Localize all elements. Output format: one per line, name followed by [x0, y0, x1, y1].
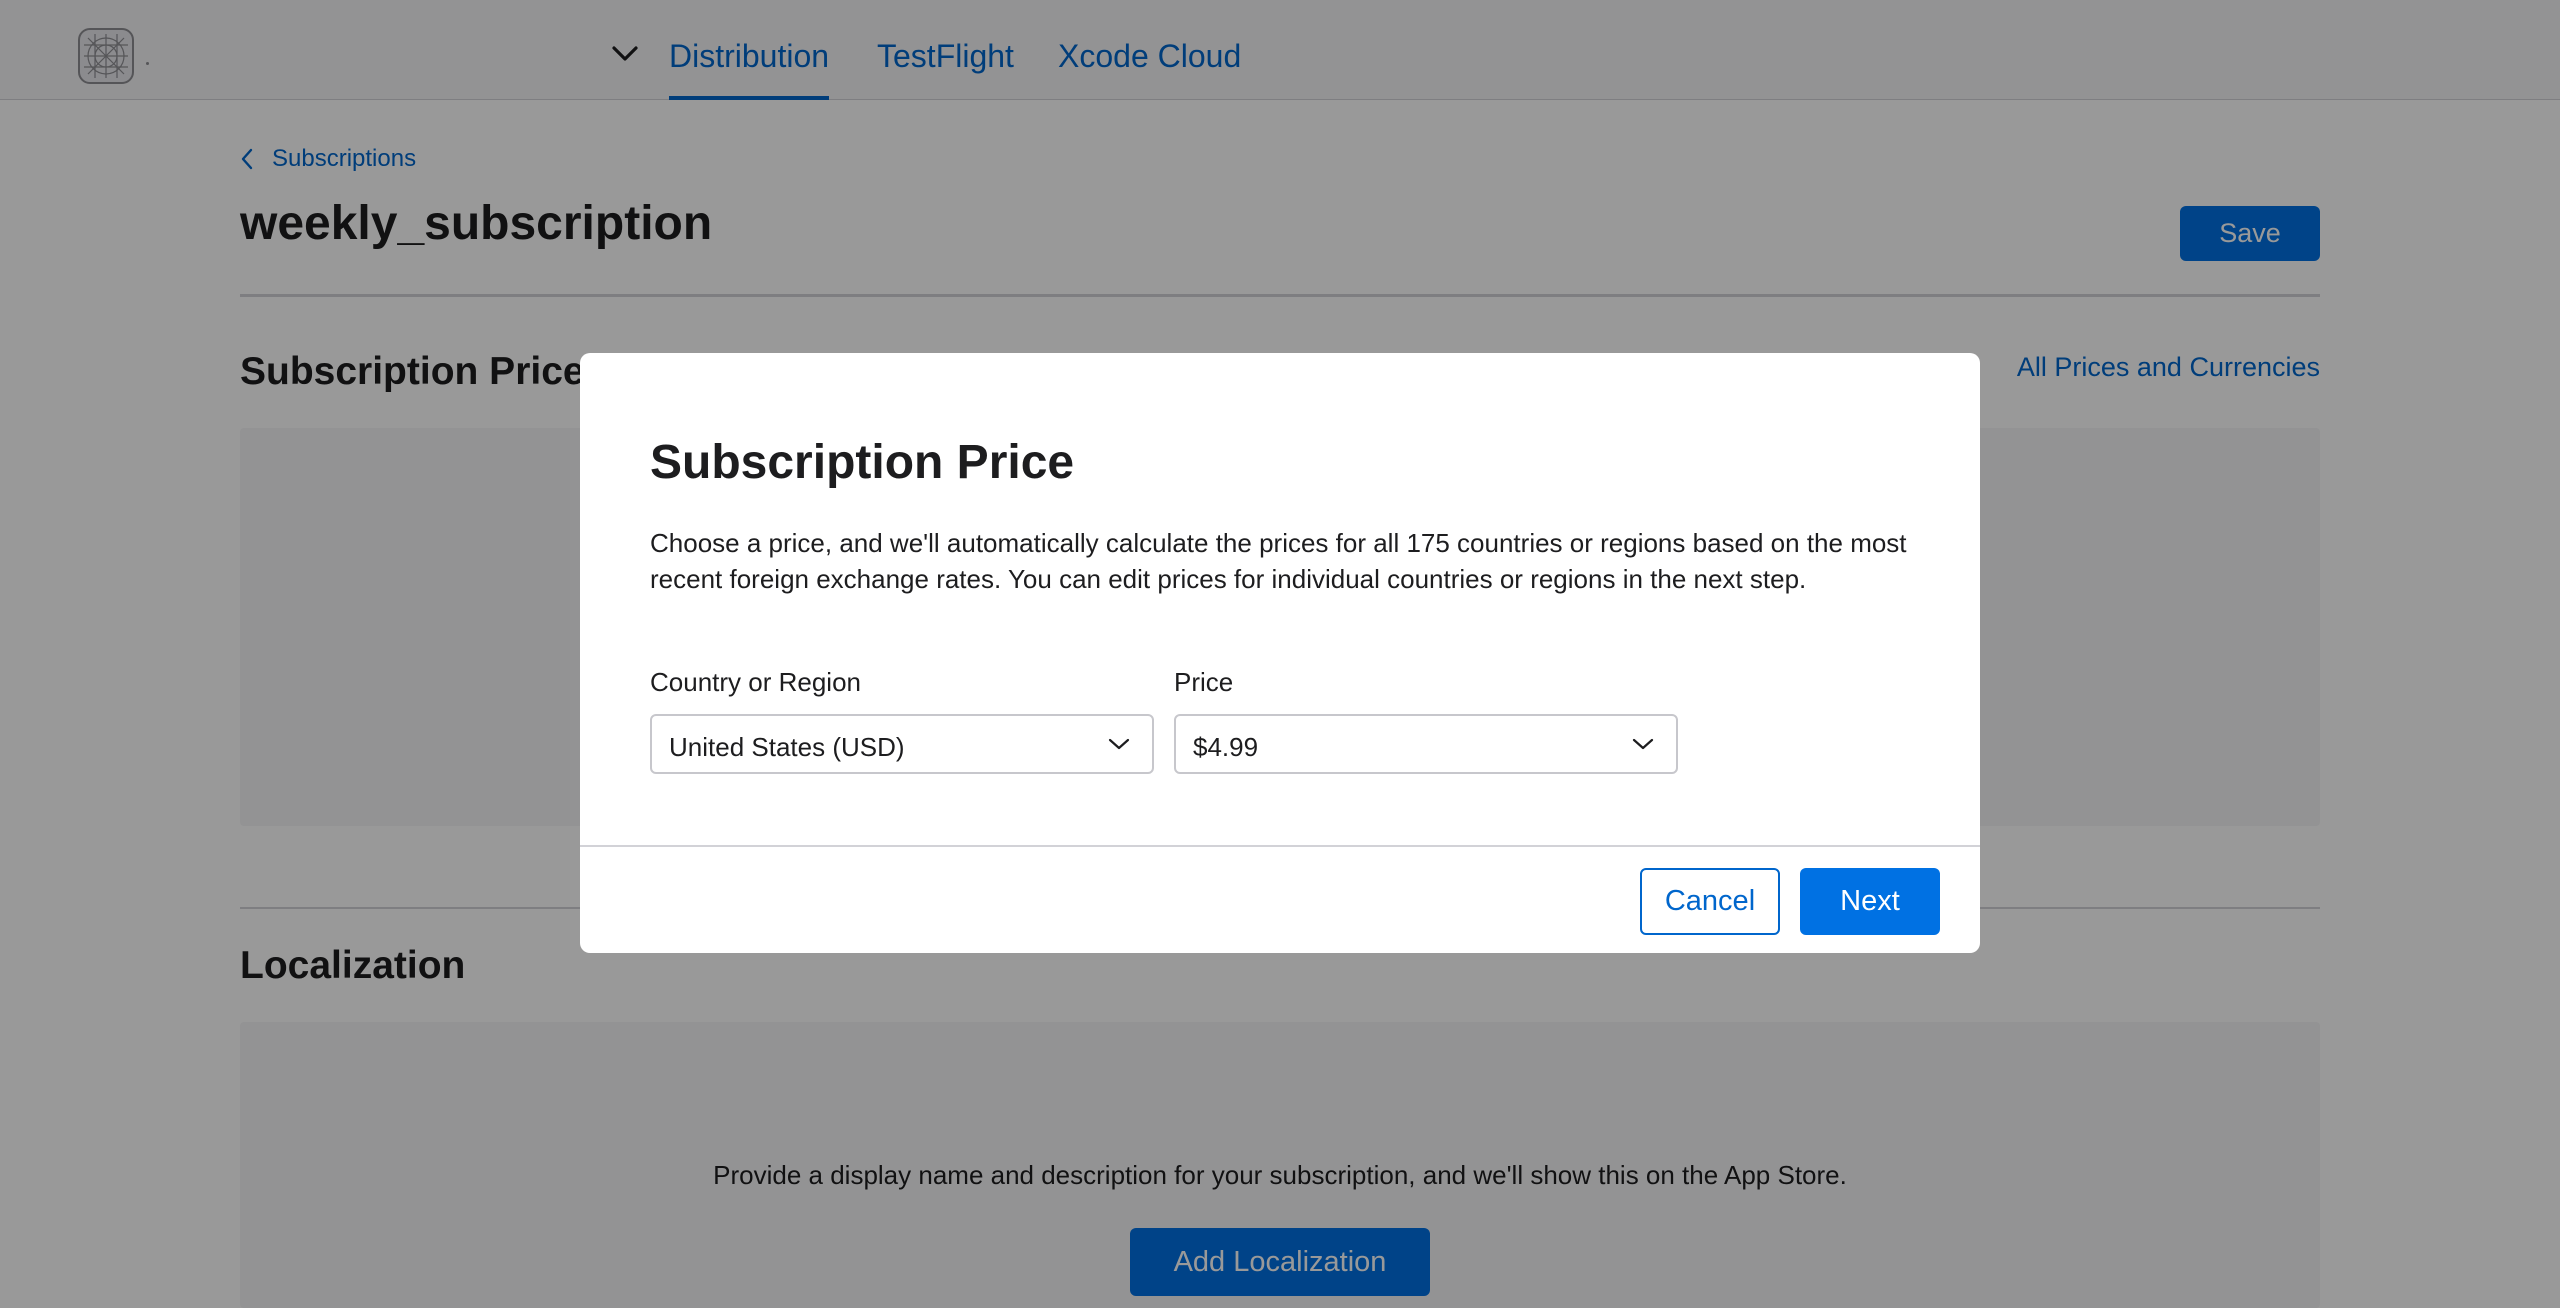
price-field-label: Price [1174, 667, 1234, 697]
chevron-down-icon [1632, 738, 1654, 750]
country-field-label: Country or Region [650, 667, 861, 697]
chevron-down-icon [1108, 738, 1130, 750]
price-select[interactable]: $4.99 [1174, 714, 1678, 774]
price-select-value: $4.99 [1193, 732, 1259, 762]
country-select-value: United States (USD) [669, 732, 905, 762]
country-select[interactable]: United States (USD) [650, 714, 1154, 774]
modal-description: Choose a price, and we'll automatically … [650, 528, 1907, 594]
subscription-price-modal: Subscription Price Choose a price, and w… [580, 353, 1980, 953]
modal-footer-divider [580, 845, 1980, 847]
cancel-button[interactable]: Cancel [1640, 868, 1780, 935]
modal-title: Subscription Price [650, 436, 1075, 489]
next-button[interactable]: Next [1800, 868, 1940, 935]
